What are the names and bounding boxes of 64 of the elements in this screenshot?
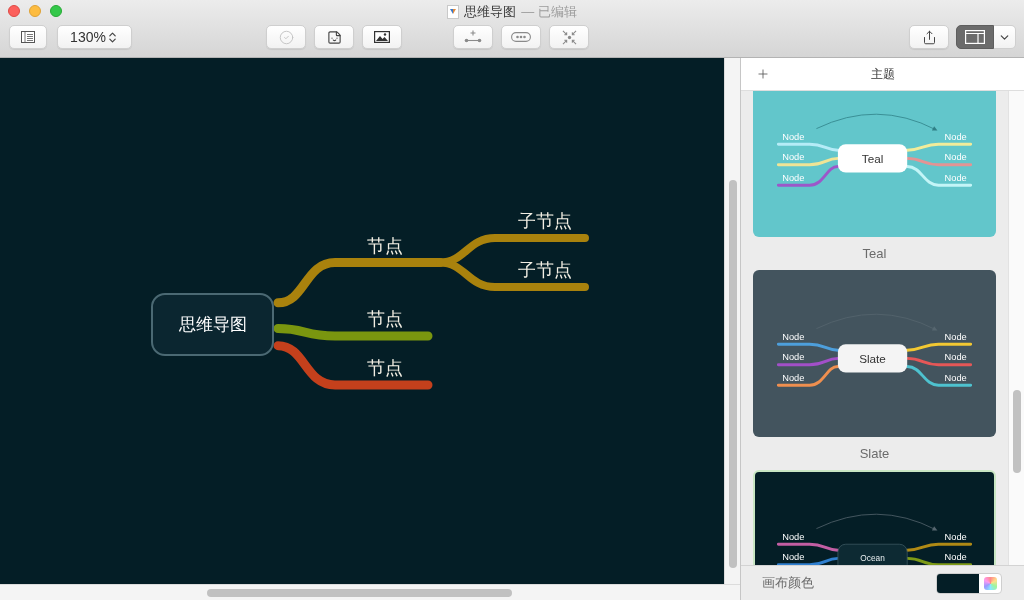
connection-button[interactable] (453, 25, 493, 49)
focus-button[interactable] (549, 25, 589, 49)
color-wheel-icon (984, 576, 997, 590)
image-icon (374, 31, 390, 43)
node-label[interactable]: 子节点 (518, 258, 572, 282)
theme-card[interactable]: Node Node Node Ocean Node (753, 470, 996, 565)
node-label: Node (944, 352, 967, 363)
view-menu-button[interactable] (994, 25, 1016, 49)
sticker-button[interactable] (314, 25, 354, 49)
canvas-color-label: 画布颜色 (762, 574, 814, 593)
summary-button[interactable] (501, 25, 541, 49)
node-label: Node (944, 372, 967, 383)
add-theme-button[interactable] (756, 67, 770, 81)
node-label: Node (944, 531, 967, 542)
node-label: Node (782, 352, 805, 363)
node-label: Node (782, 172, 805, 183)
collapse-arrows-icon (561, 29, 577, 45)
document-icon (447, 4, 460, 19)
share-button[interactable] (909, 25, 949, 49)
minimize-button[interactable] (29, 5, 41, 17)
theme-name: Teal (862, 244, 887, 263)
node-label[interactable]: 节点 (367, 356, 403, 380)
scrollbar[interactable] (1012, 390, 1021, 473)
plus-icon (756, 67, 770, 81)
list-icon (21, 31, 35, 43)
node-label: Node (782, 531, 805, 542)
check-circle-icon (278, 29, 294, 45)
node-label: Node (782, 372, 805, 383)
ellipsis-icon (511, 32, 531, 42)
node-label: Node (944, 172, 967, 183)
node-label: Node (782, 152, 805, 163)
node-label: Node (782, 552, 805, 563)
node-label: Node (782, 131, 805, 142)
center-label: Slate (859, 351, 886, 365)
scrollbar[interactable] (728, 180, 737, 568)
share-icon (921, 29, 937, 45)
node-label[interactable]: 子节点 (518, 209, 572, 233)
inspector-toggle[interactable] (956, 25, 994, 49)
zoom-button[interactable] (50, 5, 62, 17)
color-well[interactable] (936, 572, 1002, 594)
node-label[interactable]: 节点 (367, 233, 403, 258)
close-button[interactable] (8, 5, 20, 17)
center-label: Teal (861, 151, 884, 165)
node-label: Node (944, 131, 967, 142)
node-label[interactable]: 节点 (367, 307, 403, 331)
sticker-icon (326, 29, 342, 45)
window-title: 思维导图 (464, 2, 517, 21)
root-node[interactable]: 思维导图 (151, 293, 274, 356)
image-button[interactable] (362, 25, 402, 49)
zoom-field[interactable]: 130% (57, 25, 132, 49)
theme-name: Slate (859, 444, 890, 463)
outline-button[interactable] (9, 25, 47, 49)
theme-card[interactable]: Node Node Node Teal Node Node Node (753, 91, 996, 237)
node-label: Node (944, 552, 967, 563)
center-label: Ocean (860, 553, 885, 564)
edited-status: — 已编辑 (521, 2, 577, 21)
node-label: Node (944, 331, 967, 342)
node-label: Node (944, 152, 967, 163)
window-layout-icon (965, 30, 985, 44)
inspector-title: 主题 (870, 66, 895, 83)
theme-card[interactable]: Node Node Node Slate Node Node Node (753, 270, 996, 437)
scrollbar[interactable] (207, 588, 512, 597)
add-connection-icon (464, 30, 482, 44)
node-label: Node (782, 331, 805, 342)
